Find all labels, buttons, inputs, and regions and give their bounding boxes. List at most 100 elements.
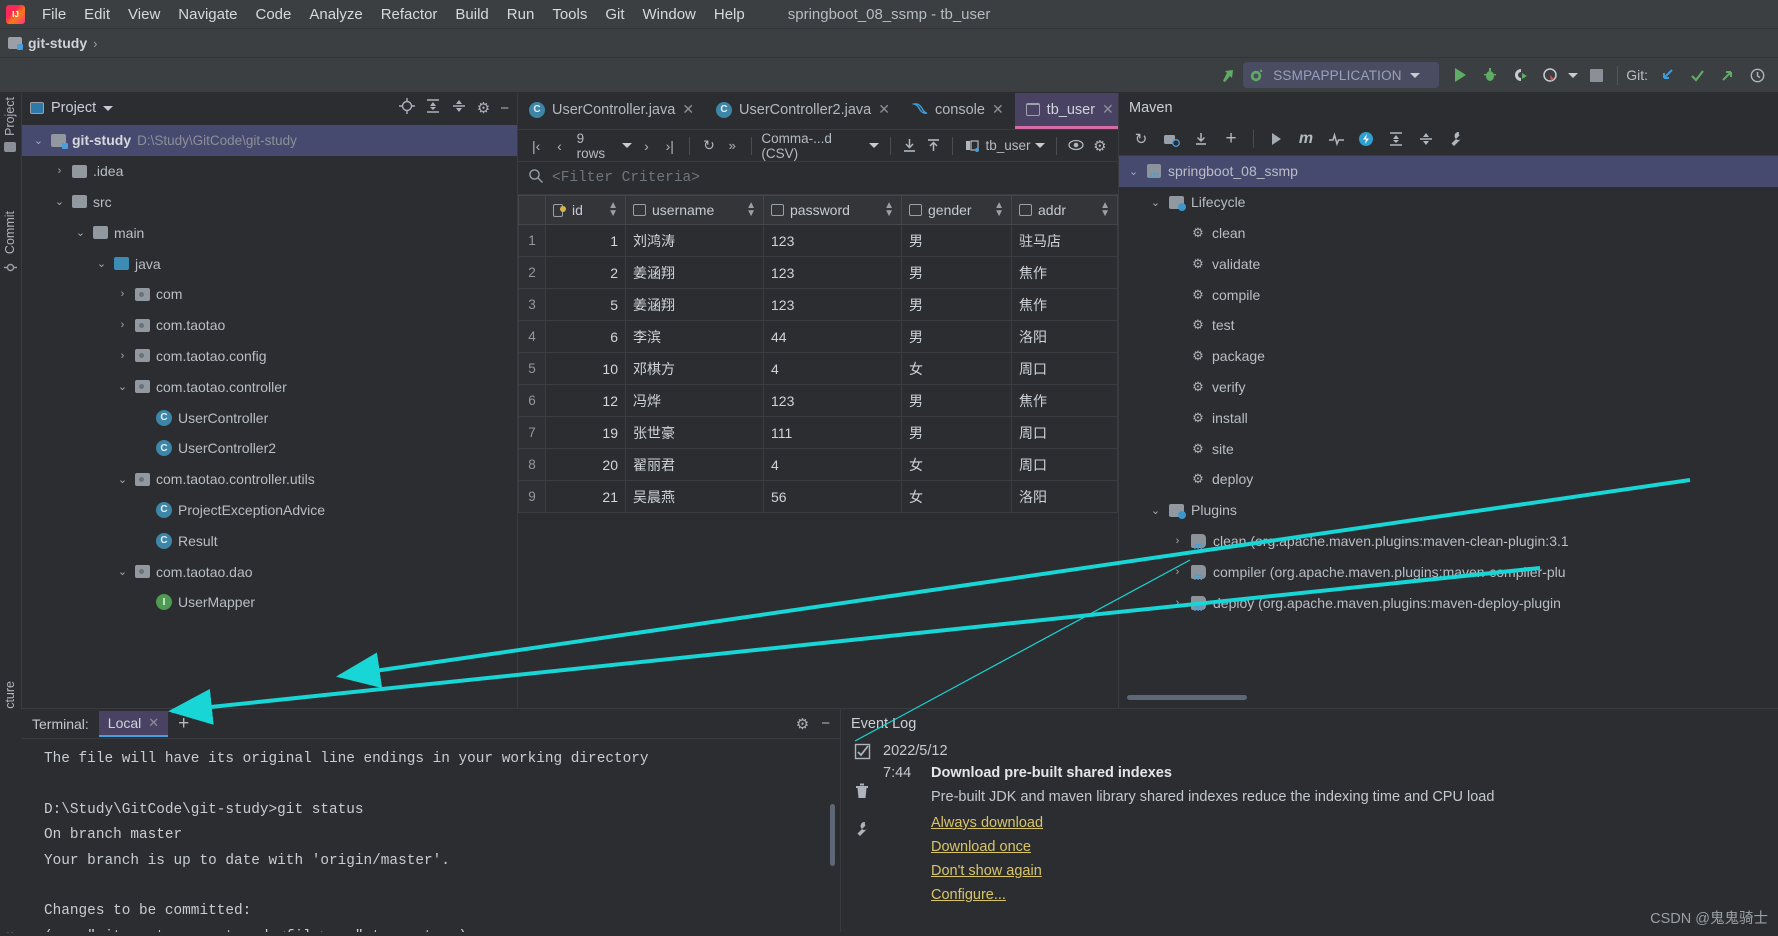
table-row[interactable]: 2 2 姜涵翔 123 男焦作 bbox=[518, 256, 1118, 289]
tree-item-java[interactable]: ⌄ java bbox=[22, 248, 517, 279]
update-project-icon[interactable] bbox=[1652, 62, 1682, 88]
expand-arrow-icon[interactable]: › bbox=[53, 165, 66, 177]
cell-id[interactable]: 10 bbox=[545, 352, 626, 385]
import-icon[interactable] bbox=[923, 135, 943, 157]
cell-addr[interactable]: 洛阳 bbox=[1011, 320, 1118, 353]
table-row[interactable]: 8 20 翟丽君 4 女周口 bbox=[518, 448, 1118, 481]
more-options-icon[interactable]: » bbox=[722, 135, 742, 157]
cell-id[interactable]: 5 bbox=[545, 288, 626, 321]
settings-wrench-icon[interactable] bbox=[1442, 127, 1470, 151]
cell-addr[interactable]: 周口 bbox=[1011, 448, 1118, 481]
maven-item-verify[interactable]: ⚙ verify bbox=[1119, 372, 1778, 403]
cell-password[interactable]: 123 bbox=[763, 224, 902, 257]
mark-read-icon[interactable] bbox=[854, 743, 871, 765]
menu-item-navigate[interactable]: Navigate bbox=[169, 3, 246, 26]
menu-item-tools[interactable]: Tools bbox=[543, 3, 596, 26]
cell-id[interactable]: 2 bbox=[545, 256, 626, 289]
cell-gender[interactable]: 男 bbox=[901, 256, 1012, 289]
maven-item-test[interactable]: ⚙ test bbox=[1119, 310, 1778, 341]
tree-item-com-taotao-dao[interactable]: ⌄ com.taotao.dao bbox=[22, 556, 517, 587]
menu-item-window[interactable]: Window bbox=[634, 3, 705, 26]
menu-item-build[interactable]: Build bbox=[446, 3, 497, 26]
settings-gear-icon[interactable]: ⚙ bbox=[796, 715, 809, 733]
maven-item-deploy[interactable]: › deploy (org.apache.maven.plugins:maven-… bbox=[1119, 587, 1778, 618]
cell-addr[interactable]: 洛阳 bbox=[1011, 480, 1118, 513]
expand-arrow-icon[interactable]: ⌄ bbox=[32, 134, 45, 147]
toggle-skip-tests-icon[interactable] bbox=[1322, 127, 1350, 151]
cell-addr[interactable]: 周口 bbox=[1011, 352, 1118, 385]
tree-item-usercontroller[interactable]: C UserController bbox=[22, 402, 517, 433]
maven-item-lifecycle[interactable]: ⌄ Lifecycle bbox=[1119, 187, 1778, 218]
sort-icon[interactable]: ▲ ▼ bbox=[884, 201, 894, 219]
close-icon[interactable]: ✕ bbox=[992, 101, 1004, 118]
settings-wrench-icon[interactable] bbox=[854, 821, 871, 843]
expand-arrow-icon[interactable]: ⌄ bbox=[53, 195, 66, 208]
run-icon[interactable] bbox=[1445, 62, 1475, 88]
stripe-item-commit[interactable]: Commit bbox=[3, 211, 17, 279]
cell-addr[interactable]: 周口 bbox=[1011, 416, 1118, 449]
maven-item-site[interactable]: ⚙ site bbox=[1119, 433, 1778, 464]
column-header-id[interactable]: id ▲ ▼ bbox=[545, 195, 626, 225]
maven-item-compiler[interactable]: › compiler (org.apache.maven.plugins:mave… bbox=[1119, 556, 1778, 587]
format-dropdown-icon[interactable] bbox=[867, 135, 881, 157]
cell-id[interactable]: 21 bbox=[545, 480, 626, 513]
editor-tab-usercontroller2-java[interactable]: C UserController2.java ✕ bbox=[705, 93, 901, 129]
maven-item-package[interactable]: ⚙ package bbox=[1119, 341, 1778, 372]
cell-username[interactable]: 邓棋方 bbox=[625, 352, 764, 385]
table-row[interactable]: 5 10 邓棋方 4 女周口 bbox=[518, 352, 1118, 385]
collapse-all-icon[interactable] bbox=[1412, 127, 1440, 151]
close-icon[interactable]: ✕ bbox=[1102, 101, 1114, 118]
clear-all-trash-icon[interactable] bbox=[854, 782, 870, 804]
first-page-icon[interactable]: |‹ bbox=[526, 135, 546, 157]
tree-item-com-taotao-controller[interactable]: ⌄ com.taotao.controller bbox=[22, 371, 517, 402]
tree-item-usercontroller2[interactable]: C UserController2 bbox=[22, 433, 517, 464]
settings-gear-icon[interactable]: ⚙ bbox=[477, 99, 490, 117]
expand-arrow-icon[interactable]: › bbox=[1171, 535, 1184, 547]
cell-username[interactable]: 翟丽君 bbox=[625, 448, 764, 481]
stripe-item-project[interactable]: Project bbox=[3, 97, 17, 152]
maven-item-install[interactable]: ⚙ install bbox=[1119, 402, 1778, 433]
table-row[interactable]: 7 19 张世豪 111 男周口 bbox=[518, 416, 1118, 449]
table-row[interactable]: 4 6 李滨 44 男洛阳 bbox=[518, 320, 1118, 353]
search-icon[interactable] bbox=[528, 168, 544, 189]
cell-id[interactable]: 19 bbox=[545, 416, 626, 449]
cell-addr[interactable]: 焦作 bbox=[1011, 384, 1118, 417]
maven-item-clean[interactable]: › clean (org.apache.maven.plugins:maven-c… bbox=[1119, 526, 1778, 557]
push-icon[interactable] bbox=[1712, 62, 1742, 88]
cell-gender[interactable]: 男 bbox=[901, 384, 1012, 417]
maven-item-springboot_08_ssmp[interactable]: ⌄ springboot_08_ssmp bbox=[1119, 156, 1778, 187]
terminal-output[interactable]: The file will have its original line end… bbox=[22, 739, 840, 932]
rows-dropdown-icon[interactable] bbox=[620, 135, 633, 157]
expand-arrow-icon[interactable]: ⌄ bbox=[95, 257, 108, 270]
cell-gender[interactable]: 男 bbox=[901, 224, 1012, 257]
expand-arrow-icon[interactable]: ⌄ bbox=[1149, 196, 1162, 209]
locate-file-icon[interactable] bbox=[398, 97, 415, 119]
maven-scrollbar[interactable] bbox=[1127, 695, 1247, 700]
collapse-all-icon[interactable] bbox=[451, 98, 467, 119]
expand-arrow-icon[interactable]: › bbox=[116, 350, 129, 362]
cell-gender[interactable]: 男 bbox=[901, 320, 1012, 353]
grid-settings-icon[interactable]: ⚙ bbox=[1090, 135, 1110, 157]
expand-arrow-icon[interactable]: › bbox=[1171, 597, 1184, 609]
build-icon[interactable] bbox=[1213, 62, 1243, 88]
maven-item-deploy[interactable]: ⚙ deploy bbox=[1119, 464, 1778, 495]
run-icon[interactable] bbox=[1262, 127, 1290, 151]
table-row[interactable]: 9 21 吴晨燕 56 女洛阳 bbox=[518, 480, 1118, 513]
close-icon[interactable]: ✕ bbox=[682, 101, 694, 118]
cell-addr[interactable]: 焦作 bbox=[1011, 256, 1118, 289]
stop-icon[interactable] bbox=[1581, 62, 1611, 88]
breadcrumb-project[interactable]: git-study bbox=[28, 35, 87, 51]
next-page-icon[interactable]: › bbox=[636, 135, 656, 157]
menu-item-refactor[interactable]: Refactor bbox=[372, 3, 447, 26]
editor-tab-console[interactable]: console ✕ bbox=[901, 93, 1015, 129]
chevron-down-icon[interactable] bbox=[103, 105, 114, 111]
sort-icon[interactable]: ▲ ▼ bbox=[746, 201, 756, 219]
run-with-coverage-icon[interactable] bbox=[1505, 62, 1535, 88]
menu-item-edit[interactable]: Edit bbox=[75, 3, 119, 26]
profiler-dropdown-icon[interactable] bbox=[1565, 62, 1581, 88]
add-icon[interactable]: + bbox=[1217, 127, 1245, 151]
event-log-link-download-once[interactable]: Download once bbox=[931, 839, 1778, 855]
expand-arrow-icon[interactable]: › bbox=[1171, 566, 1184, 578]
cell-username[interactable]: 吴晨燕 bbox=[625, 480, 764, 513]
cell-password[interactable]: 123 bbox=[763, 256, 902, 289]
